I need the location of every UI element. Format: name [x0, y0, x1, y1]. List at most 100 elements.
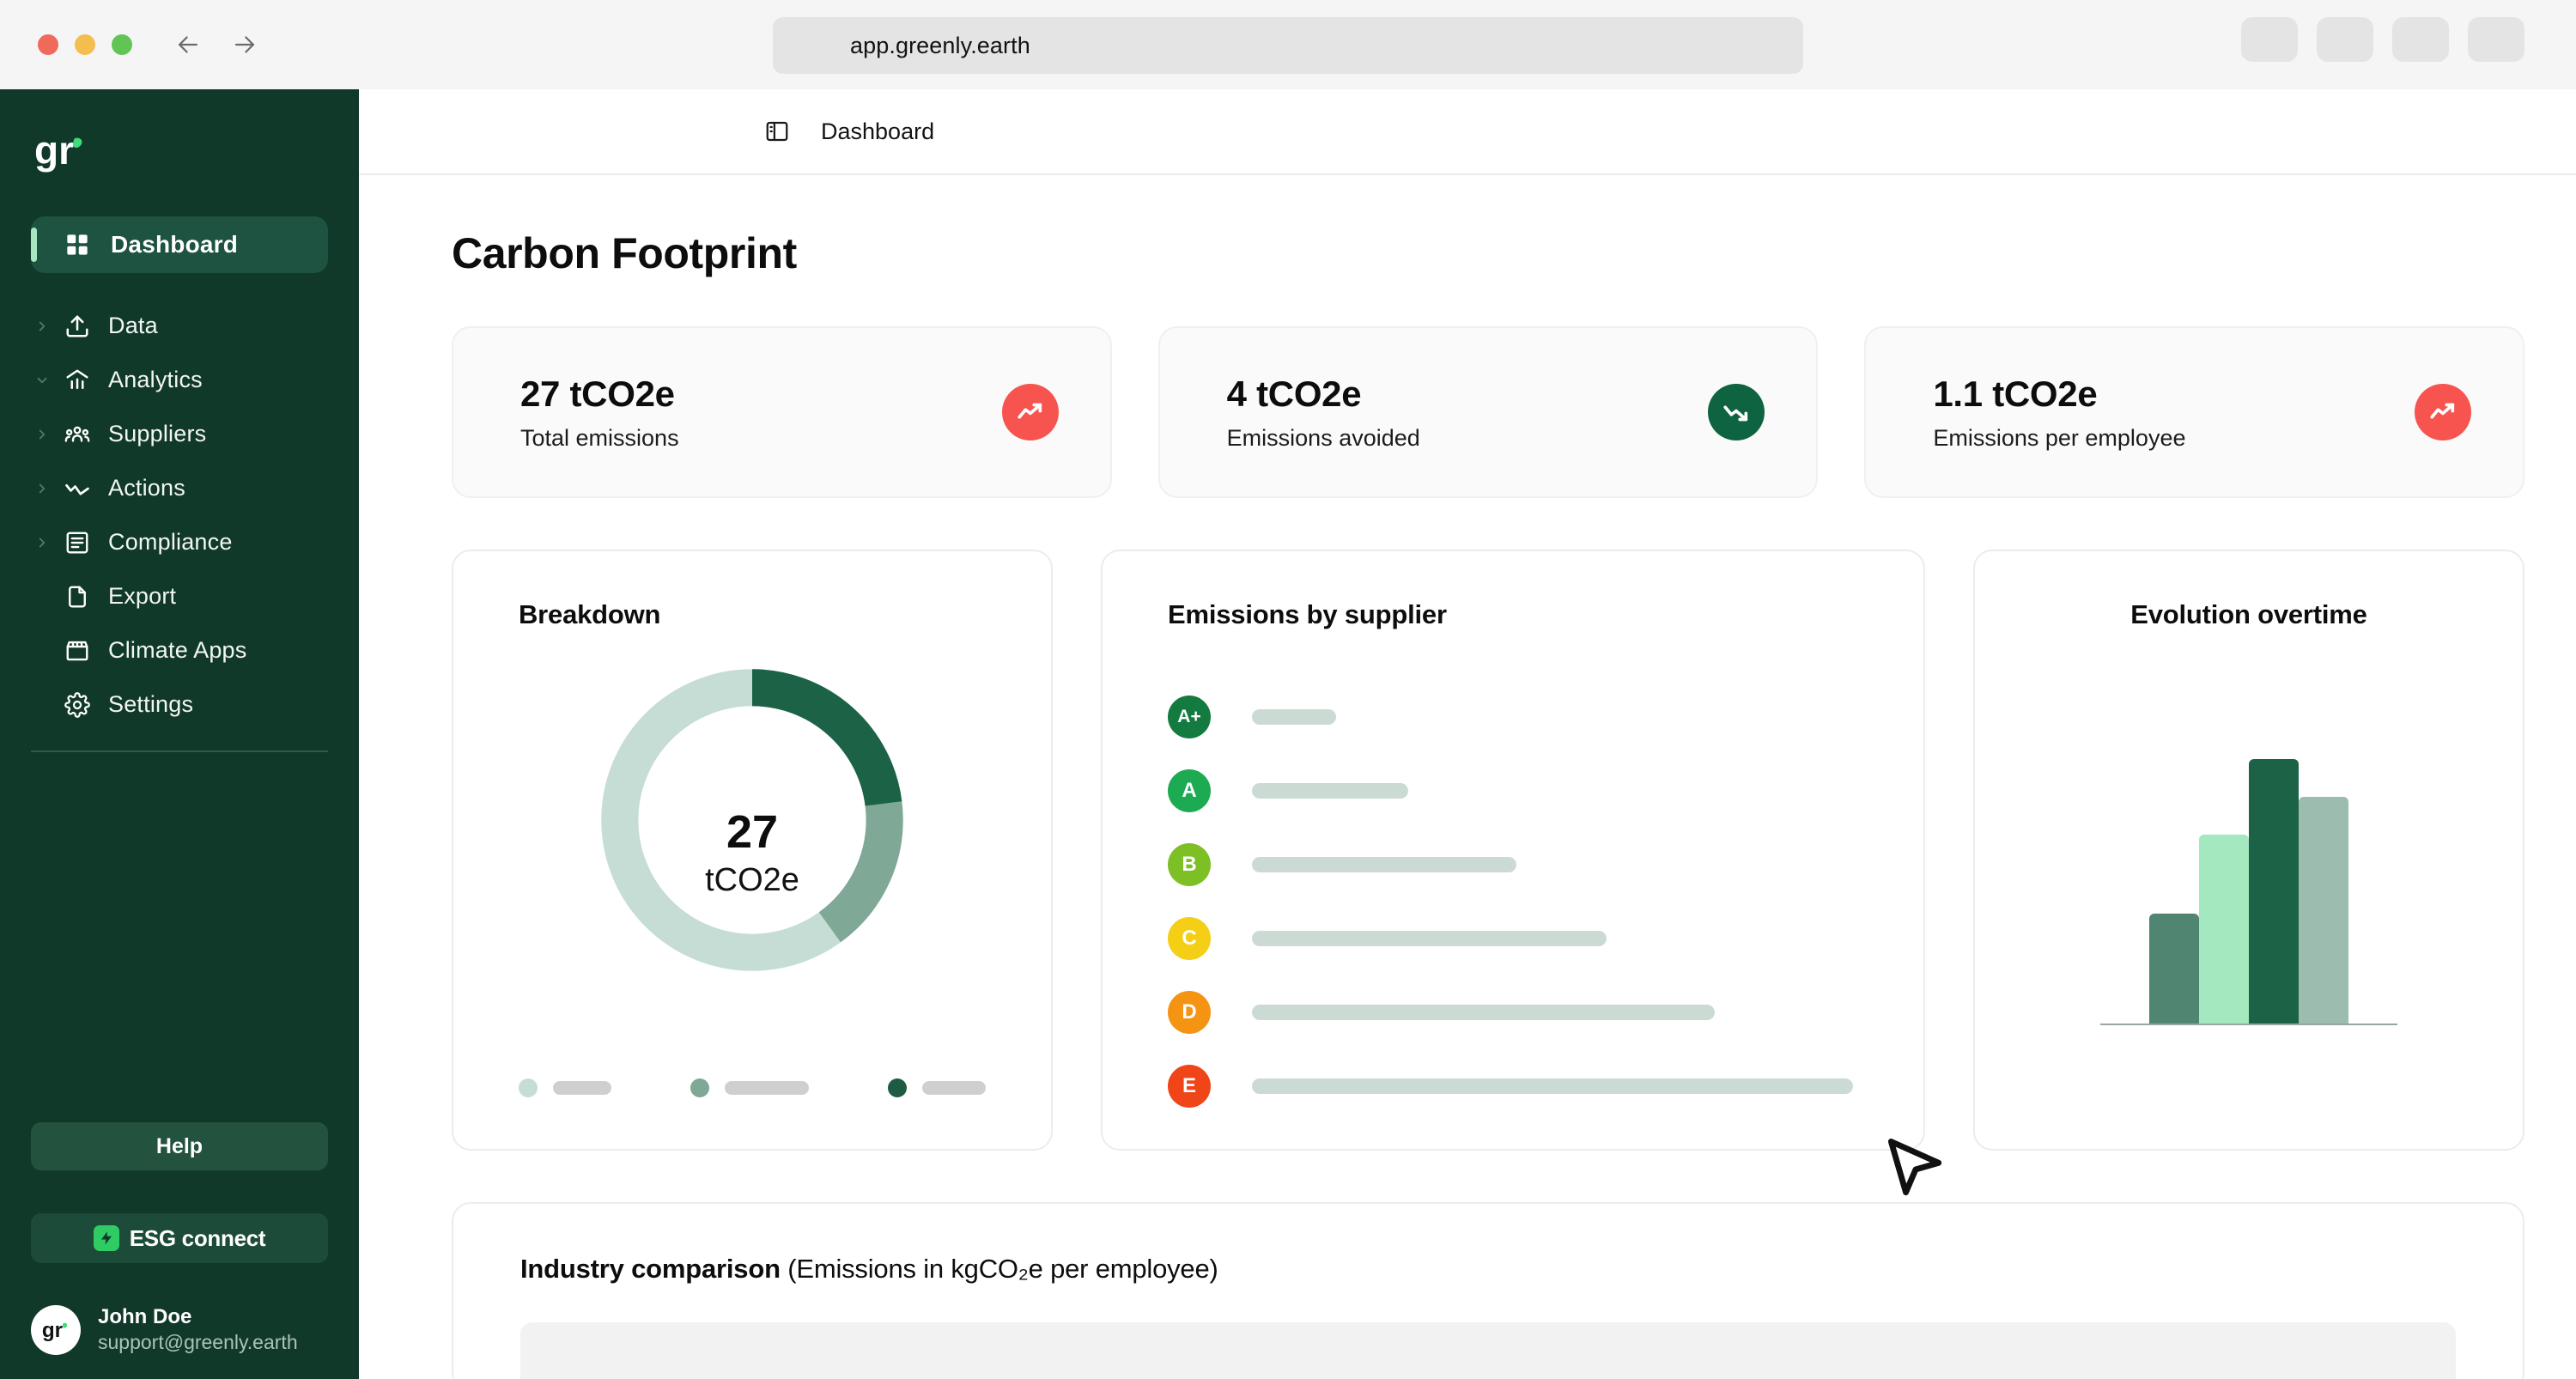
grade-badge-a-plus: A+	[1168, 696, 1211, 738]
evolution-bar-4	[2299, 797, 2348, 1025]
supplier-bar-track	[1252, 857, 1853, 872]
sidebar-item-label: Analytics	[108, 367, 203, 392]
toolbar-button-4[interactable]	[2468, 17, 2524, 62]
store-icon	[62, 638, 93, 664]
donut-chart[interactable]	[453, 661, 1051, 979]
grade-badge-a: A	[1168, 769, 1211, 812]
legend-placeholder-2	[725, 1081, 809, 1095]
upload-icon	[62, 313, 93, 339]
close-window-button[interactable]	[38, 34, 58, 55]
kpi-row: 27 tCO2e Total emissions 4 tCO2e Emissio…	[452, 326, 2525, 498]
supplier-row[interactable]: E	[1168, 1049, 1923, 1123]
toolbar-button-2[interactable]	[2317, 17, 2373, 62]
navigation-controls	[173, 30, 259, 59]
toolbar-button-3[interactable]	[2392, 17, 2449, 62]
kpi-card-total-emissions[interactable]: 27 tCO2e Total emissions	[452, 326, 1112, 498]
kpi-card-emissions-per-employee[interactable]: 1.1 tCO2e Emissions per employee	[1864, 326, 2525, 498]
sidebar-item-label: Climate Apps	[108, 637, 247, 663]
bar-chart-icon	[62, 368, 93, 393]
page-title: Carbon Footprint	[452, 229, 797, 277]
gear-icon	[62, 691, 93, 718]
kpi-value: 4 tCO2e	[1226, 373, 1362, 414]
chevron-right-icon	[31, 481, 53, 496]
chevron-right-icon	[31, 427, 53, 442]
sidebar-item-climate-apps[interactable]: Climate Apps	[31, 623, 328, 677]
trending-up-icon	[1001, 384, 1059, 440]
address-bar[interactable]: app.greenly.earth	[773, 17, 1803, 74]
browser-toolbar-buttons	[2241, 17, 2524, 62]
back-arrow-icon[interactable]	[173, 30, 203, 59]
sidebar-item-settings[interactable]: Settings	[31, 677, 328, 732]
industry-comparison-card: Industry comparison (Emissions in kgCO₂e…	[452, 1202, 2524, 1379]
grade-badge-e: E	[1168, 1065, 1211, 1108]
legend-placeholder-1	[553, 1081, 611, 1095]
legend-dot-1	[519, 1078, 538, 1097]
evolution-bar-2	[2199, 835, 2249, 1025]
supplier-bar	[1252, 857, 1516, 872]
kpi-card-emissions-avoided[interactable]: 4 tCO2e Emissions avoided	[1157, 326, 1819, 498]
active-indicator	[31, 228, 37, 262]
supplier-row[interactable]: C	[1168, 902, 1923, 975]
grade-badge-c: C	[1168, 917, 1211, 960]
user-name: John Doe	[98, 1305, 192, 1329]
legend-dot-3	[888, 1078, 907, 1097]
legend-dot-2	[690, 1078, 709, 1097]
avatar: gr	[31, 1304, 81, 1355]
help-button-label: Help	[155, 1133, 204, 1158]
supplier-row[interactable]: A+	[1168, 680, 1923, 754]
sidebar-footer: Help ESG connect gr John Doe support@gre…	[31, 1122, 328, 1379]
legend-placeholder-3	[922, 1081, 986, 1095]
supplier-bar	[1252, 783, 1408, 799]
supplier-bar-track	[1252, 931, 1853, 946]
sidebar-item-label: Suppliers	[108, 421, 207, 447]
forward-arrow-icon[interactable]	[230, 30, 259, 59]
user-profile[interactable]: gr John Doe support@greenly.earth	[31, 1304, 328, 1355]
trending-up-icon	[2415, 384, 2472, 440]
supplier-bar	[1252, 931, 1607, 946]
trending-down-icon	[1708, 384, 1765, 440]
application-root: gr Dashboard Data Analytics Suppliers Ac…	[0, 89, 2576, 1379]
document-list-icon	[62, 530, 93, 556]
supplier-bar	[1252, 1078, 1853, 1094]
minimize-window-button[interactable]	[75, 34, 95, 55]
browser-chrome: app.greenly.earth	[0, 0, 2576, 89]
chevron-right-icon	[31, 535, 53, 550]
breadcrumb[interactable]: Dashboard	[821, 118, 934, 145]
grade-badge-d: D	[1168, 991, 1211, 1034]
sidebar-item-data[interactable]: Data	[31, 299, 328, 353]
users-icon	[62, 422, 93, 447]
greenly-logo[interactable]: gr	[34, 125, 328, 179]
sidebar-item-dashboard[interactable]: Dashboard	[31, 216, 328, 273]
sidebar-item-actions[interactable]: Actions	[31, 461, 328, 515]
chevron-right-icon	[31, 319, 53, 334]
kpi-value: 1.1 tCO2e	[1933, 373, 2098, 414]
svg-text:gr: gr	[42, 1319, 64, 1342]
supplier-row[interactable]: D	[1168, 975, 1923, 1049]
sidebar-toggle-icon[interactable]	[764, 118, 790, 144]
kpi-label: Total emissions	[520, 424, 679, 451]
grid-icon	[63, 233, 92, 257]
supplier-bar	[1252, 1005, 1715, 1020]
evolution-title: Evolution overtime	[2130, 599, 2367, 629]
kpi-label: Emissions per employee	[1933, 424, 2186, 451]
sidebar-item-label: Settings	[108, 691, 194, 717]
sidebar-item-export[interactable]: Export	[31, 569, 328, 623]
help-button[interactable]: Help	[31, 1122, 328, 1171]
trend-down-icon	[62, 476, 93, 501]
charts-row: Breakdown 27 tCO2e Emissions by supplier…	[452, 550, 2524, 1151]
industry-comparison-title: Industry comparison (Emissions in kgCO₂e…	[520, 1254, 2523, 1285]
main-content: Dashboard Carbon Footprint 27 tCO2e Tota…	[0, 89, 2576, 1379]
supplier-bar-track	[1252, 1078, 1853, 1094]
supplier-bar-track	[1252, 1005, 1853, 1020]
sidebar-item-analytics[interactable]: Analytics	[31, 353, 328, 407]
toolbar-button-1[interactable]	[2241, 17, 2298, 62]
supplier-row[interactable]: B	[1168, 828, 1923, 902]
supplier-row[interactable]: A	[1168, 754, 1923, 828]
sidebar-item-label: Compliance	[108, 529, 233, 555]
maximize-window-button[interactable]	[112, 34, 132, 55]
sidebar-item-compliance[interactable]: Compliance	[31, 515, 328, 569]
dashboard-content: Carbon Footprint 27 tCO2e Total emission…	[359, 175, 2576, 1379]
esg-connect-button[interactable]: ESG connect	[31, 1213, 328, 1264]
sidebar-item-suppliers[interactable]: Suppliers	[31, 407, 328, 461]
evolution-bar-chart[interactable]	[1975, 630, 2523, 1149]
